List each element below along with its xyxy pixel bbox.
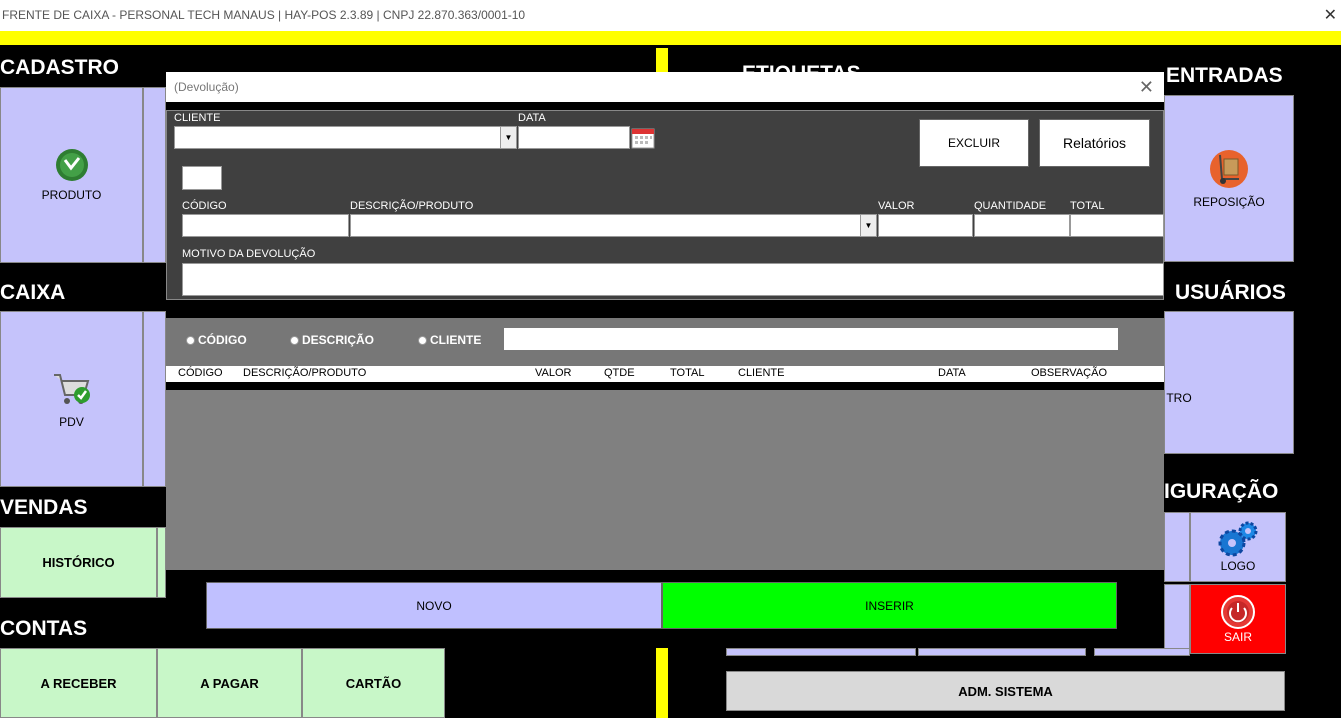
cadastro-usuario-tile[interactable]: TRO — [1164, 311, 1294, 454]
radio-codigo-label: CÓDIGO — [198, 333, 247, 347]
cartao-label: CARTÃO — [345, 675, 402, 691]
a-receber-label: A RECEBER — [40, 675, 117, 691]
search-input[interactable] — [504, 328, 1118, 350]
divider-stripe-bottom — [656, 648, 668, 718]
section-vendas: VENDAS — [0, 496, 88, 519]
col-cliente[interactable]: CLIENTE — [738, 367, 784, 379]
a-pagar-label: A PAGAR — [200, 675, 259, 691]
motivo-input[interactable] — [182, 263, 1164, 296]
cliente-label: CLIENTE — [174, 112, 221, 124]
col-total[interactable]: TOTAL — [670, 367, 704, 379]
cadastro-usuario-label: TRO — [1166, 390, 1192, 405]
radio-dot[interactable] — [186, 335, 195, 345]
section-entradas: ENTRADAS — [1166, 64, 1283, 87]
data-input[interactable] — [518, 126, 630, 149]
section-etiquetas: ETIQUETAS — [742, 62, 861, 72]
config-tile-1[interactable] — [1164, 512, 1190, 582]
adm-sistema-label: ADM. SISTEMA — [958, 683, 1053, 699]
radio-dot[interactable] — [290, 335, 299, 345]
col-codigo[interactable]: CÓDIGO — [178, 367, 223, 379]
col-qtde[interactable]: QTDE — [604, 367, 635, 379]
calendar-icon[interactable] — [631, 126, 655, 149]
logo-tile[interactable]: LOGO — [1190, 512, 1286, 582]
sair-label: SAIR — [1223, 630, 1252, 644]
window-title: FRENTE DE CAIXA - PERSONAL TECH MANAUS |… — [2, 8, 526, 22]
section-cadastro: CADASTRO — [0, 56, 119, 79]
relatorios-button[interactable]: Relatórios — [1039, 119, 1150, 167]
window-titlebar: FRENTE DE CAIXA - PERSONAL TECH MANAUS |… — [0, 0, 1341, 31]
pdv-tile[interactable]: PDV — [0, 311, 143, 487]
cliente-select[interactable]: ▼ — [174, 126, 517, 149]
quantidade-input[interactable] — [974, 214, 1070, 237]
reposicao-label: REPOSIÇÃO — [1193, 194, 1265, 209]
sair-button[interactable]: SAIR — [1190, 584, 1286, 654]
section-usuarios: USUÁRIOS — [1175, 281, 1286, 304]
shopping-cart-icon — [53, 374, 90, 404]
motivo-label: MOTIVO DA DEVOLUÇÃO — [182, 248, 316, 260]
reposicao-tile[interactable]: REPOSIÇÃO — [1164, 95, 1294, 262]
radio-cliente-label: CLIENTE — [430, 333, 482, 347]
excluir-button[interactable]: EXCLUIR — [919, 119, 1029, 167]
historico-button[interactable]: HISTÓRICO — [0, 527, 157, 598]
col-valor[interactable]: VALOR — [535, 367, 571, 379]
novo-button[interactable]: NOVO — [206, 582, 662, 629]
adm-sistema-button[interactable]: ADM. SISTEMA — [726, 671, 1285, 711]
radio-dot[interactable] — [418, 335, 427, 345]
produto-label: PRODUTO — [41, 188, 102, 202]
radio-descricao-label: DESCRIÇÃO — [302, 333, 375, 347]
a-pagar-button[interactable]: A PAGAR — [157, 648, 302, 718]
section-caixa: CAIXA — [0, 281, 66, 304]
quantidade-label: QUANTIDADE — [974, 200, 1047, 212]
caixa-tile-2[interactable] — [143, 311, 166, 487]
col-observacao[interactable]: OBSERVAÇÃO — [1031, 367, 1107, 379]
historico-label: HISTÓRICO — [42, 555, 115, 570]
chevron-down-icon[interactable]: ▼ — [500, 127, 516, 148]
chevron-down-icon[interactable]: ▼ — [860, 215, 876, 236]
search-bar: CÓDIGO DESCRIÇÃO CLIENTE — [166, 318, 1164, 366]
cartao-button[interactable]: CARTÃO — [302, 648, 445, 718]
divider-stripe-top — [656, 48, 668, 72]
section-configuracao: IGURAÇÃO — [1164, 480, 1279, 503]
dialog-close-icon[interactable]: ✕ — [1139, 72, 1154, 102]
devolucao-dialog: (Devolução) ✕ CLIENTE ▼ DATA EXCLUIR Rel… — [166, 72, 1164, 648]
section-contas: CONTAS — [0, 617, 88, 640]
col-data[interactable]: DATA — [938, 367, 966, 379]
radio-cliente[interactable]: CLIENTE — [418, 333, 481, 347]
hidden-tile-b[interactable] — [918, 648, 1086, 656]
power-icon — [1221, 595, 1255, 629]
valor-label: VALOR — [878, 200, 915, 212]
total-input[interactable] — [1070, 214, 1164, 237]
pdv-label: PDV — [59, 415, 84, 429]
devolucoes-grid[interactable] — [166, 390, 1164, 570]
gears-icon — [1218, 521, 1258, 557]
yellow-banner — [0, 31, 1341, 45]
data-label: DATA — [518, 112, 546, 124]
hand-truck-icon — [1210, 149, 1248, 188]
a-receber-button[interactable]: A RECEBER — [0, 648, 157, 718]
cadastro-tile-2[interactable] — [143, 87, 166, 263]
valor-input[interactable] — [878, 214, 973, 237]
dialog-titlebar: (Devolução) ✕ — [166, 72, 1164, 102]
vendas-tile-2[interactable] — [157, 527, 166, 598]
close-icon[interactable]: ✕ — [1324, 0, 1337, 31]
col-descricao[interactable]: DESCRIÇÃO/PRODUTO — [243, 367, 366, 379]
logo-label: LOGO — [1220, 559, 1256, 573]
small-input[interactable] — [182, 166, 222, 190]
codigo-label: CÓDIGO — [182, 200, 227, 212]
hidden-tile-c[interactable] — [1094, 648, 1190, 656]
inserir-button[interactable]: INSERIR — [662, 582, 1117, 629]
devolucao-form: CLIENTE ▼ DATA EXCLUIR Relatórios CÓDIGO… — [166, 110, 1164, 300]
dialog-title: (Devolução) — [174, 80, 239, 94]
codigo-input[interactable] — [182, 214, 349, 237]
grid-header: CÓDIGO DESCRIÇÃO/PRODUTO VALOR QTDE TOTA… — [166, 366, 1164, 382]
radio-codigo[interactable]: CÓDIGO — [186, 333, 247, 347]
hidden-tile-a[interactable] — [726, 648, 916, 656]
produto-tile[interactable]: PRODUTO — [0, 87, 143, 263]
descricao-label: DESCRIÇÃO/PRODUTO — [350, 200, 474, 212]
total-label: TOTAL — [1070, 200, 1105, 212]
config-tile-2[interactable] — [1164, 584, 1190, 654]
produto-icon — [55, 149, 88, 181]
radio-descricao[interactable]: DESCRIÇÃO — [290, 333, 374, 347]
descricao-select[interactable]: ▼ — [350, 214, 877, 237]
